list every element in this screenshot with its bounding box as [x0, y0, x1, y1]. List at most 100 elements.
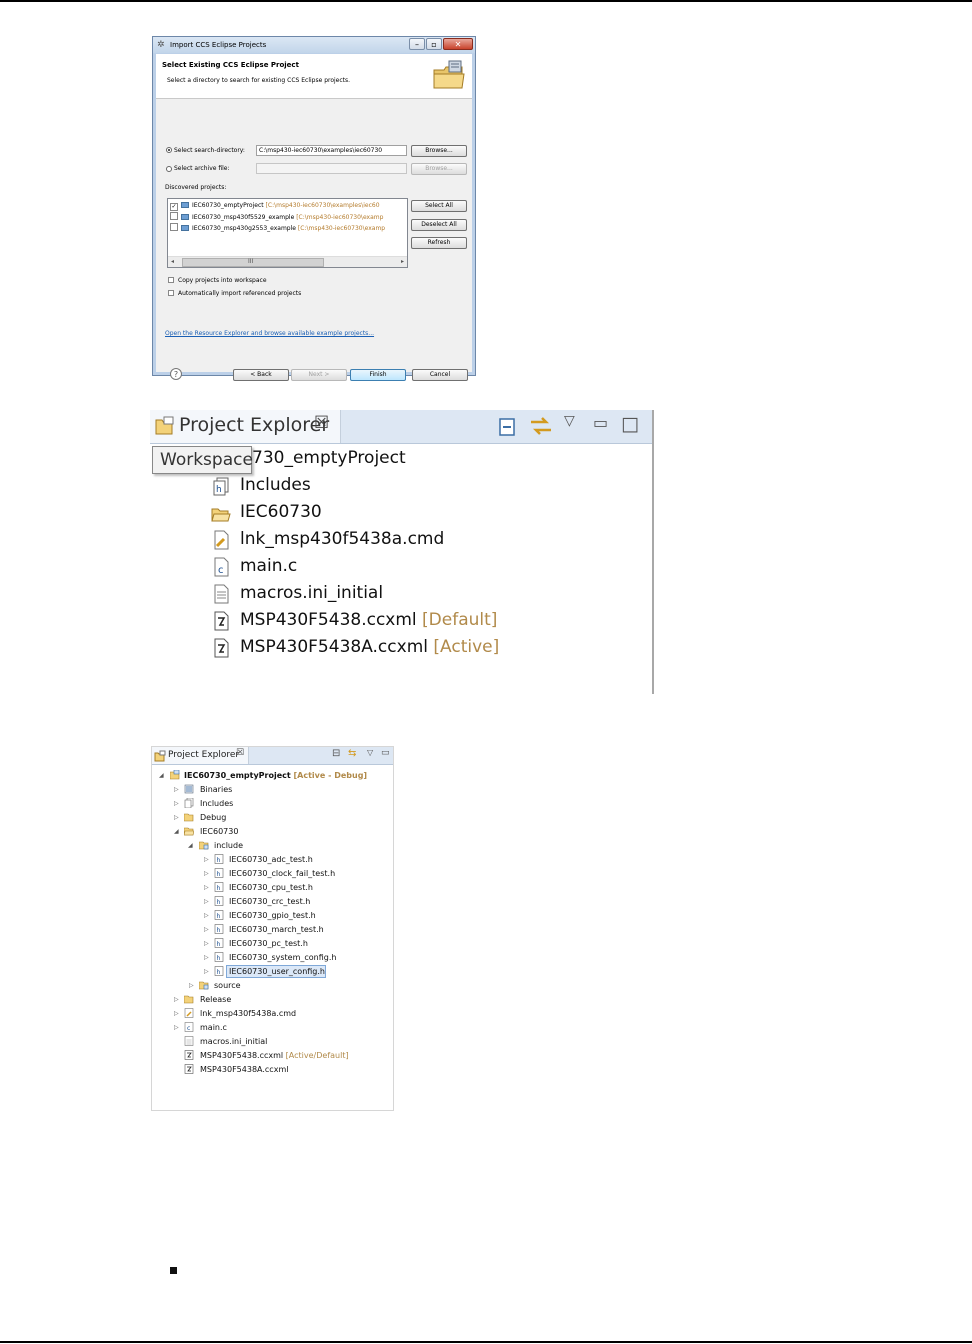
tree-item-main-c[interactable]: main.c [200, 1022, 227, 1033]
archive-file-input[interactable] [256, 163, 407, 174]
tree-item-ccxml-active[interactable]: MSP430F5438A.ccxml [Active] [240, 637, 499, 657]
refresh-button[interactable]: Refresh [411, 237, 467, 249]
finish-button[interactable]: Finish [350, 369, 406, 381]
search-directory-label: Select search-directory: [174, 147, 245, 154]
collapsed-arrow-icon[interactable]: ▷ [204, 954, 209, 961]
tree-item-header[interactable]: IEC60730_system_config.h [229, 952, 336, 963]
checkbox-checked[interactable]: ✓ [170, 203, 178, 211]
collapse-all-icon[interactable] [498, 415, 518, 437]
project-root-label[interactable]: 730_emptyProject [252, 448, 406, 468]
project-row[interactable]: IEC60730_msp430g2553_example [C:\msp430-… [170, 223, 385, 233]
collapsed-arrow-icon[interactable]: ▷ [204, 884, 209, 891]
svg-text:h: h [216, 485, 222, 495]
project-row[interactable]: ✓ IEC60730_emptyProject [C:\msp430-iec607… [170, 201, 380, 211]
search-directory-input[interactable]: C:\msp430-iec60730\examples\iec60730 [256, 145, 407, 156]
browse-archive-button[interactable]: Browse... [411, 163, 467, 175]
expanded-arrow-icon[interactable]: ◢ [159, 772, 164, 779]
maximize-button[interactable]: ▫ [426, 38, 442, 50]
link-with-editor-icon[interactable] [528, 413, 554, 439]
checkbox[interactable] [170, 223, 178, 231]
minimize-view-icon[interactable]: ▭ [381, 748, 390, 758]
collapsed-arrow-icon[interactable]: ▷ [174, 786, 179, 793]
collapsed-arrow-icon[interactable]: ▷ [204, 968, 209, 975]
collapsed-arrow-icon[interactable]: ▷ [204, 870, 209, 877]
tree-item-cmd[interactable]: lnk_msp430f5438a.cmd [240, 529, 444, 549]
tree-item-header[interactable]: IEC60730_crc_test.h [229, 896, 310, 907]
collapsed-arrow-icon[interactable]: ▷ [174, 1024, 179, 1031]
collapsed-arrow-icon[interactable]: ▷ [204, 856, 209, 863]
close-tab-icon[interactable]: ☒ [236, 748, 244, 758]
source-folder-icon [199, 981, 209, 990]
tree-item-source[interactable]: source [214, 980, 241, 991]
help-icon[interactable]: ? [170, 368, 182, 380]
scroll-left-icon[interactable]: ◂ [171, 257, 174, 267]
collapsed-arrow-icon[interactable]: ▷ [174, 814, 179, 821]
project-explorer-tab[interactable]: Project Explorer ☒ [150, 410, 341, 443]
next-button[interactable]: Next > [291, 369, 347, 381]
tree-item-ccxml[interactable]: MSP430F5438A.ccxml [200, 1064, 288, 1075]
search-directory-radio[interactable] [166, 147, 172, 153]
tree-item-include[interactable]: include [214, 840, 243, 851]
collapsed-arrow-icon[interactable]: ▷ [204, 940, 209, 947]
tree-item-header[interactable]: IEC60730_clock_fail_test.h [229, 868, 335, 879]
tree-item-macros[interactable]: macros.ini_initial [240, 583, 383, 603]
deselect-all-button[interactable]: Deselect All [411, 219, 467, 231]
minimize-button[interactable]: – [409, 38, 425, 50]
tree-item-project[interactable]: IEC60730_emptyProject [Active - Debug] [184, 770, 367, 781]
text-file-icon [184, 1036, 194, 1046]
tree-item-iec60730[interactable]: IEC60730 [240, 502, 322, 522]
collapsed-arrow-icon[interactable]: ▷ [174, 800, 179, 807]
browse-button[interactable]: Browse... [411, 145, 467, 157]
collapsed-arrow-icon[interactable]: ▷ [174, 996, 179, 1003]
tree-item-header[interactable]: IEC60730_march_test.h [229, 924, 324, 935]
copy-projects-checkbox[interactable] [168, 277, 174, 283]
discovered-projects-list[interactable]: ✓ IEC60730_emptyProject [C:\msp430-iec607… [167, 198, 408, 268]
tree-item-ccxml-default[interactable]: MSP430F5438.ccxml [Active/Default] [200, 1050, 349, 1061]
tree-item-debug[interactable]: Debug [200, 812, 226, 823]
tree-item-main-c[interactable]: main.c [240, 556, 297, 576]
collapsed-arrow-icon[interactable]: ▷ [189, 982, 194, 989]
horizontal-scrollbar[interactable]: ◂ III ▸ [168, 256, 407, 267]
close-button[interactable]: ✕ [443, 38, 473, 50]
tree-item-header-selected[interactable]: IEC60730_user_config.h [229, 966, 325, 977]
tree-item-header[interactable]: IEC60730_adc_test.h [229, 854, 313, 865]
collapsed-arrow-icon[interactable]: ▷ [204, 912, 209, 919]
project-explorer-tab[interactable]: Project Explorer ☒ [152, 747, 249, 764]
expanded-arrow-icon[interactable]: ◢ [174, 828, 179, 835]
tree-item-binaries[interactable]: Binaries [200, 784, 232, 795]
checkbox[interactable] [170, 212, 178, 220]
dialog-body: Select Existing CCS Eclipse Project Sele… [156, 54, 472, 381]
project-folder-icon [181, 202, 189, 208]
view-menu-icon[interactable]: ▽ [367, 748, 373, 757]
tree-item-header[interactable]: IEC60730_gpio_test.h [229, 910, 316, 921]
include-folder-icon [199, 841, 209, 850]
collapse-all-icon[interactable]: ⊟ [332, 748, 340, 759]
tree-item-ccxml-default[interactable]: MSP430F5438.ccxml [Default] [240, 610, 497, 630]
collapsed-arrow-icon[interactable]: ▷ [204, 898, 209, 905]
back-button[interactable]: < Back [233, 369, 289, 381]
tree-item-includes[interactable]: Includes [200, 798, 233, 809]
tree-item-includes[interactable]: Includes [240, 475, 311, 495]
expanded-arrow-icon[interactable]: ◢ [188, 842, 193, 849]
collapsed-arrow-icon[interactable]: ▷ [174, 1010, 179, 1017]
maximize-view-icon[interactable]: □ [621, 413, 639, 435]
project-row[interactable]: IEC60730_msp430f5529_example [C:\msp430-… [170, 212, 383, 222]
link-with-editor-icon[interactable]: ⇆ [348, 748, 356, 759]
archive-file-radio[interactable] [166, 166, 172, 172]
auto-import-checkbox[interactable] [168, 290, 174, 296]
minimize-view-icon[interactable]: ▭ [593, 413, 608, 432]
view-menu-icon[interactable]: ▽ [564, 413, 575, 429]
tree-item-iec60730[interactable]: IEC60730 [200, 826, 238, 837]
select-all-button[interactable]: Select All [411, 200, 467, 212]
tree-item-release[interactable]: Release [200, 994, 231, 1005]
scroll-right-icon[interactable]: ▸ [401, 257, 404, 267]
tree-item-header[interactable]: IEC60730_cpu_test.h [229, 882, 313, 893]
collapsed-arrow-icon[interactable]: ▷ [204, 926, 209, 933]
resource-explorer-link[interactable]: Open the Resource Explorer and browse av… [165, 330, 374, 337]
tree-item-header[interactable]: IEC60730_pc_test.h [229, 938, 308, 949]
cancel-button[interactable]: Cancel [412, 369, 468, 381]
tree-item-macros[interactable]: macros.ini_initial [200, 1036, 267, 1047]
close-tab-icon[interactable]: ☒ [314, 413, 329, 433]
tree-item-cmd[interactable]: lnk_msp430f5438a.cmd [200, 1008, 296, 1019]
folder-icon [184, 813, 194, 822]
